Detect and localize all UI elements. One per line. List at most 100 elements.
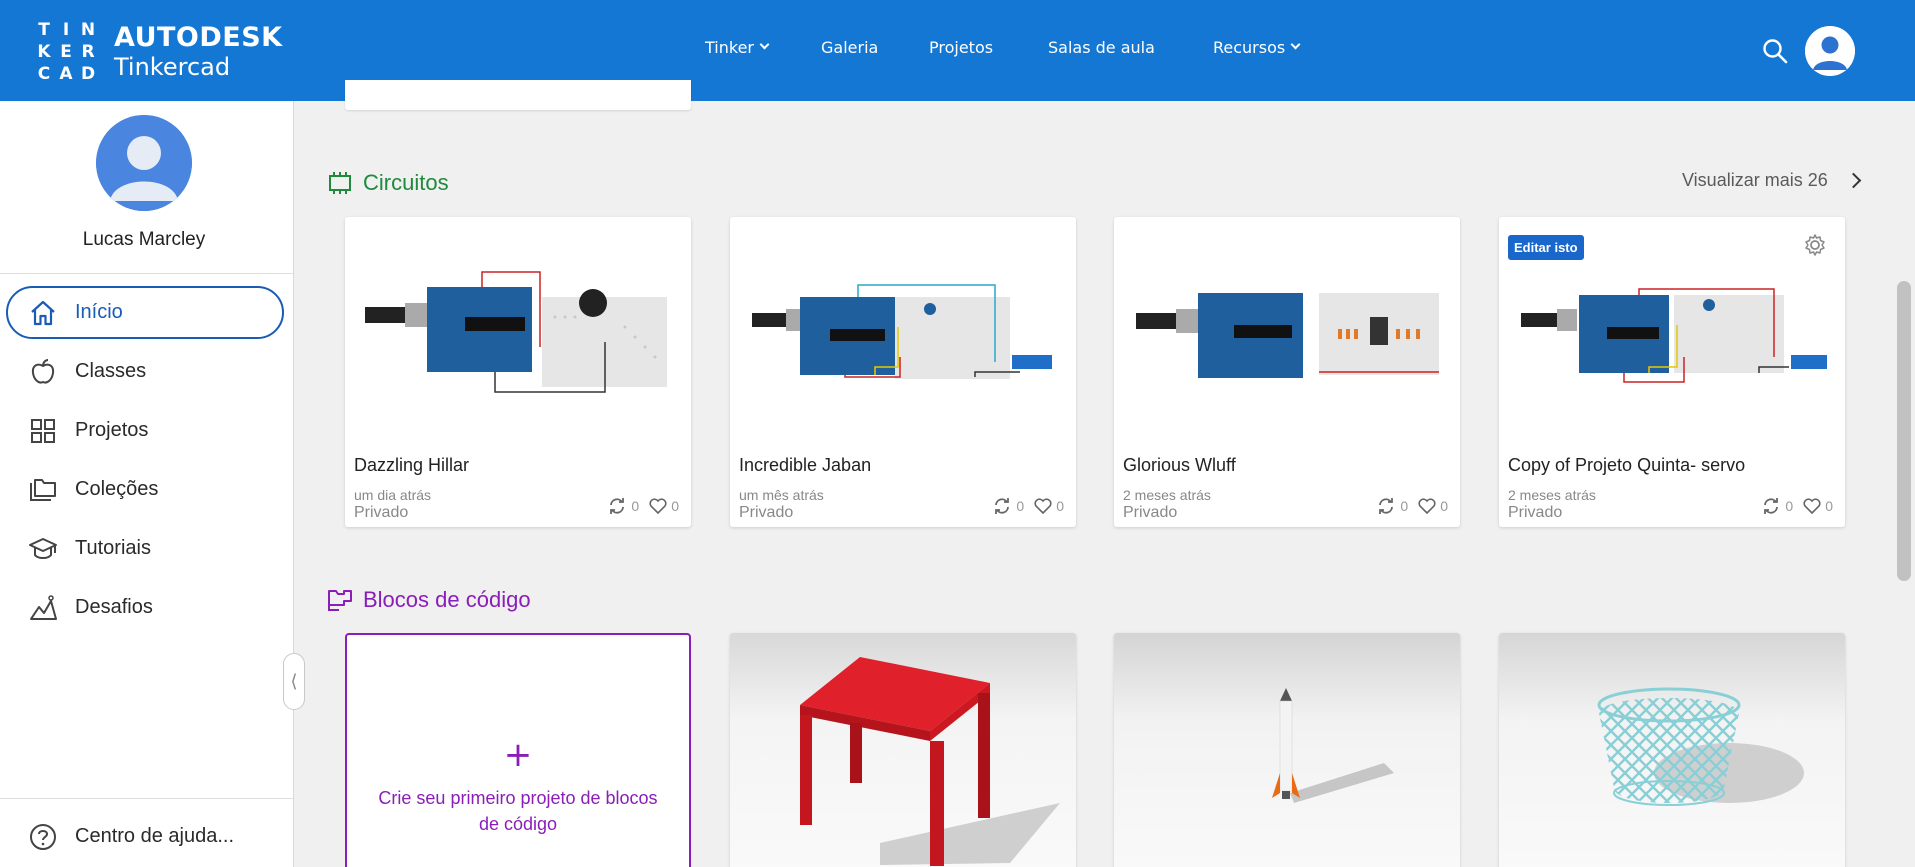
- card-stats: 0 0: [1751, 497, 1833, 515]
- remix-stat: 0: [1376, 497, 1408, 515]
- nav-galeria[interactable]: Galeria: [821, 38, 878, 57]
- brand-tinkercad: Tinkercad: [114, 53, 231, 81]
- card-title: Incredible Jaban: [739, 455, 872, 475]
- create-codeblocks-text: Crie seu primeiro projeto de blocos de c…: [378, 788, 658, 834]
- circuit-card[interactable]: Editar isto Copy of Projeto Quinta- serv…: [1499, 217, 1845, 527]
- profile-name: Lucas Marcley: [82, 229, 206, 250]
- card-privacy: Privado: [354, 504, 409, 521]
- logo-letter: R: [81, 41, 95, 62]
- like-stat[interactable]: 0: [649, 498, 679, 514]
- remix-count: 0: [1400, 498, 1409, 514]
- sidebar-item-tutoriais[interactable]: Tutoriais: [6, 522, 284, 575]
- heart-icon: [649, 498, 667, 514]
- circuit-card[interactable]: Glorious Wluff 2 meses atrás Privado 0 0: [1114, 217, 1460, 527]
- gear-icon[interactable]: [1803, 233, 1827, 261]
- nav-salas-de-aula[interactable]: Salas de aula: [1048, 38, 1155, 57]
- sidebar-item-inicio[interactable]: Início: [6, 286, 284, 339]
- user-avatar-icon[interactable]: [1805, 26, 1855, 76]
- card-stats: 0 0: [982, 497, 1064, 515]
- sidebar-collapse-handle[interactable]: ⟨: [283, 653, 305, 710]
- like-count: 0: [1440, 498, 1448, 514]
- sidebar-item-classes[interactable]: Classes: [6, 345, 284, 398]
- sidebar: Lucas Marcley Início Classes Projetos Co…: [0, 101, 294, 867]
- card-date: um mês atrás: [739, 487, 824, 503]
- profile-avatar[interactable]: [96, 115, 192, 211]
- like-count: 0: [1825, 498, 1833, 514]
- view-more-circuits-link[interactable]: Visualizar mais 26: [1682, 170, 1862, 191]
- chevron-down-icon: [1290, 39, 1301, 50]
- remix-count: 0: [1785, 498, 1794, 514]
- circuit-card[interactable]: Dazzling Hillar um dia atrás Privado 0 0: [345, 217, 691, 527]
- nav-tinker-label: Tinker: [705, 38, 754, 57]
- card-date: 2 meses atrás: [1508, 487, 1596, 503]
- codeblocks-example-card[interactable]: [1114, 633, 1460, 867]
- sidebar-item-label: Projetos: [75, 419, 149, 441]
- codeblocks-example-card[interactable]: [1499, 633, 1845, 867]
- sidebar-item-help[interactable]: Centro de ajuda...: [6, 810, 284, 863]
- remix-icon: [610, 498, 625, 514]
- chevron-down-icon: [759, 39, 770, 50]
- chart-mountain-icon: [30, 594, 57, 620]
- edit-this-badge[interactable]: Editar isto: [1508, 235, 1584, 260]
- remix-stat: 0: [607, 497, 639, 515]
- scrollbar-thumb[interactable]: [1897, 281, 1911, 581]
- logo-letter: T: [38, 19, 50, 40]
- logo-letter: K: [37, 41, 51, 62]
- nav-tinker[interactable]: Tinker: [705, 38, 770, 57]
- sidebar-item-label: Desafios: [75, 596, 153, 618]
- remix-count: 0: [631, 498, 640, 514]
- like-stat[interactable]: 0: [1803, 498, 1833, 514]
- logo-letter: D: [80, 63, 96, 84]
- heart-icon: [1034, 498, 1052, 514]
- card-title: Copy of Projeto Quinta- servo: [1508, 455, 1746, 475]
- nav-projetos-label: Projetos: [929, 38, 994, 57]
- heart-icon: [1803, 498, 1821, 514]
- previous-section-card[interactable]: [345, 80, 691, 110]
- sidebar-item-desafios[interactable]: Desafios: [6, 581, 284, 634]
- section-title-text: Circuitos: [363, 170, 449, 195]
- sidebar-item-label: Início: [75, 301, 123, 323]
- logo-letter-grid: T I N K E R C A D: [34, 20, 98, 84]
- rocket-model-thumbnail: [1114, 633, 1460, 867]
- circuit-thumbnail: [345, 217, 691, 457]
- circuit-thumbnail: [730, 217, 1076, 457]
- card-title: Glorious Wluff: [1123, 455, 1236, 475]
- sidebar-item-projetos[interactable]: Projetos: [6, 404, 284, 457]
- view-more-label: Visualizar mais 26: [1682, 170, 1828, 190]
- tinkercad-logo[interactable]: T I N K E R C A D AUTODESK Tinkercad: [34, 20, 283, 84]
- section-title-text: Blocos de código: [363, 587, 531, 612]
- nav-projetos[interactable]: Projetos: [929, 38, 993, 57]
- card-stats: 0 0: [1366, 497, 1448, 515]
- remix-icon: [1764, 498, 1779, 514]
- chevron-right-icon: [1845, 172, 1862, 189]
- nav-recursos[interactable]: Recursos: [1213, 38, 1301, 57]
- search-icon[interactable]: [1762, 38, 1788, 64]
- grid-icon: [31, 418, 55, 443]
- nav-recursos-label: Recursos: [1213, 38, 1286, 57]
- circuit-chip-icon: [329, 172, 351, 194]
- section-circuits-title: Circuitos: [327, 170, 449, 196]
- logo-letter: I: [62, 19, 70, 40]
- remix-stat: 0: [992, 497, 1024, 515]
- sidebar-item-colecoes[interactable]: Coleções: [6, 463, 284, 516]
- remix-icon: [1379, 498, 1394, 514]
- remix-stat: 0: [1761, 497, 1793, 515]
- graduation-cap-icon: [29, 537, 57, 559]
- apple-icon: [31, 358, 55, 383]
- card-date: 2 meses atrás: [1123, 487, 1211, 503]
- logo-letter: A: [59, 63, 73, 84]
- nav-salas-label: Salas de aula: [1048, 38, 1155, 57]
- like-stat[interactable]: 0: [1034, 498, 1064, 514]
- remix-count: 0: [1016, 498, 1025, 514]
- table-model-thumbnail: [730, 633, 1076, 867]
- card-stats: 0 0: [597, 497, 679, 515]
- codeblocks-icon: [328, 590, 352, 611]
- like-stat[interactable]: 0: [1418, 498, 1448, 514]
- sidebar-item-label: Tutoriais: [75, 537, 151, 559]
- help-center-label: Centro de ajuda...: [75, 825, 234, 847]
- codeblocks-example-card[interactable]: [730, 633, 1076, 867]
- circuit-card[interactable]: Incredible Jaban um mês atrás Privado 0 …: [730, 217, 1076, 527]
- divider: [0, 273, 293, 274]
- create-codeblocks-card[interactable]: + Crie seu primeiro projeto de blocos de…: [345, 633, 691, 867]
- card-privacy: Privado: [1123, 504, 1178, 521]
